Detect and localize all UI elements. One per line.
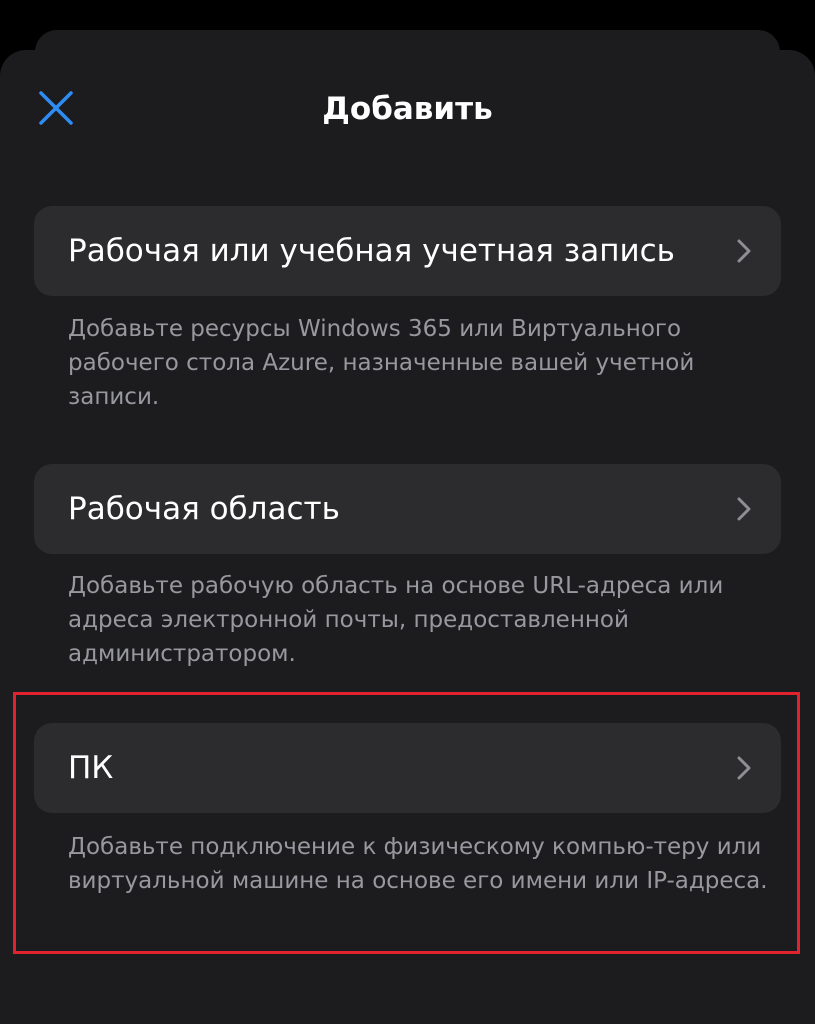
option-description: Добавьте ресурсы Windows 365 или Виртуал…: [68, 316, 695, 410]
option-label: Рабочая область: [68, 491, 340, 527]
screen: Добавить Рабочая или учебная учетная зап…: [0, 0, 815, 1024]
chevron-right-icon: [737, 497, 751, 521]
chevron-right-icon: [737, 239, 751, 263]
option-label: Рабочая или учебная учетная запись: [68, 233, 675, 269]
highlight-box: [13, 692, 800, 954]
page-title: Добавить: [322, 91, 493, 127]
workspace-option[interactable]: Рабочая область: [34, 464, 781, 554]
work-or-school-account-option[interactable]: Рабочая или учебная учетная запись: [34, 206, 781, 296]
option-description: Добавьте рабочую область на основе URL-а…: [68, 573, 724, 667]
